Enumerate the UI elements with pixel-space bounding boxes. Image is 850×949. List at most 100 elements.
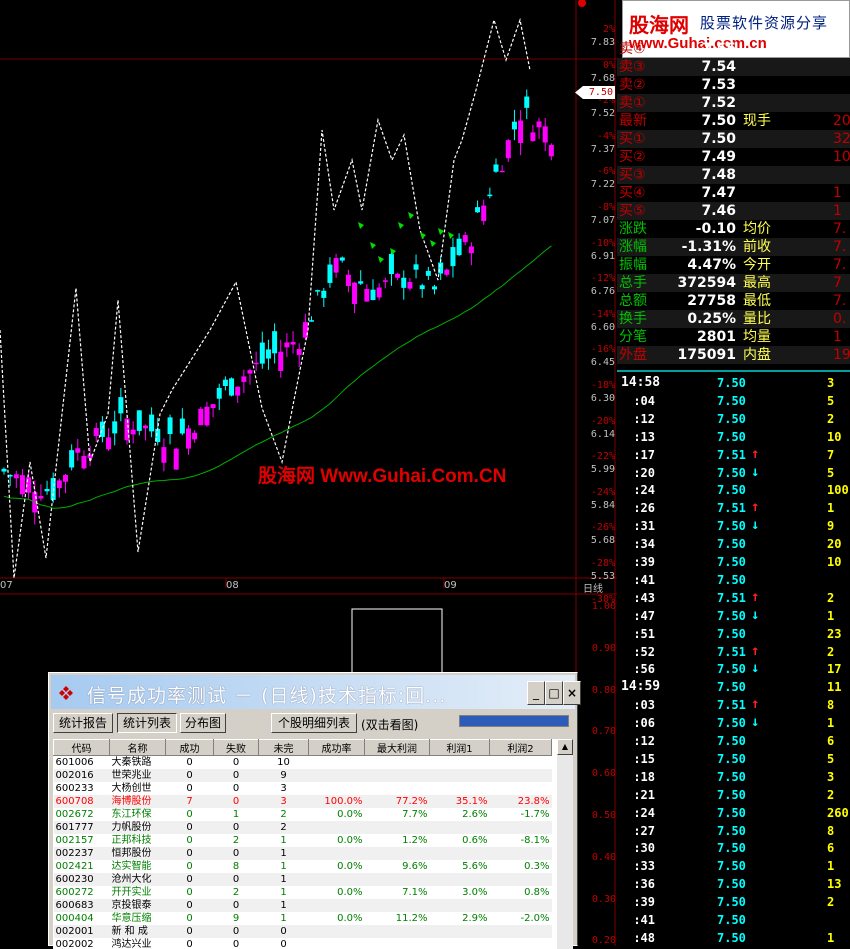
tick-row[interactable]: :52 7.51 ↑ 2 bbox=[617, 643, 850, 661]
tick-row[interactable]: :21 7.50 2 bbox=[617, 786, 850, 804]
table-cell: 2 bbox=[280, 809, 287, 820]
tick-row[interactable]: :43 7.51 ↑ 2 bbox=[617, 589, 850, 607]
column-header[interactable]: 未完 bbox=[258, 739, 309, 756]
column-header[interactable]: 代码 bbox=[53, 739, 110, 756]
table-cell bbox=[308, 899, 365, 912]
table-row[interactable]: 000404 华意压缩 0 9 1 0.0% 11.2% 2.9% -2.0% bbox=[54, 912, 552, 925]
column-header[interactable]: 利润1 bbox=[429, 739, 490, 756]
tick-time: 14:58 bbox=[621, 375, 661, 390]
tick-price: 7.50 bbox=[717, 376, 746, 390]
table-cell: 沧州大化 bbox=[109, 873, 166, 886]
table-row[interactable]: 002421 达实智能 0 8 1 0.0% 9.6% 5.6% 0.3% bbox=[54, 860, 552, 873]
tick-row[interactable]: :12 7.50 2 bbox=[617, 410, 850, 428]
tick-row[interactable]: :36 7.50 13 bbox=[617, 875, 850, 893]
table-row[interactable]: 601777 力帆股份 0 0 2 bbox=[53, 821, 552, 834]
tab-stat-list[interactable]: 统计列表 bbox=[117, 713, 177, 733]
logo-slogan: 股票软件资源分享 bbox=[700, 16, 829, 32]
column-header[interactable]: 利润2 bbox=[489, 739, 552, 756]
tick-row[interactable]: :13 7.50 10 bbox=[617, 428, 850, 446]
tick-time: :12 bbox=[633, 411, 655, 426]
tick-row[interactable]: :18 7.50 3 bbox=[617, 768, 850, 786]
tick-row[interactable]: :41 7.50 bbox=[617, 571, 850, 589]
table-cell: 0.0% bbox=[337, 913, 363, 924]
tick-time: :56 bbox=[633, 662, 655, 677]
table-row[interactable]: 600230 沧州大化 0 0 1 bbox=[53, 873, 552, 886]
tick-row[interactable]: :27 7.50 8 bbox=[617, 822, 850, 840]
arrow-up-icon: ↑ bbox=[751, 696, 760, 713]
scroll-up-icon[interactable]: ▲ bbox=[557, 739, 573, 755]
tick-row[interactable]: :34 7.50 20 bbox=[617, 535, 850, 553]
tab-distribution[interactable]: 分布图 bbox=[180, 713, 226, 733]
table-row[interactable]: 002016 世荣兆业 0 0 9 bbox=[53, 769, 552, 782]
result-table[interactable]: 代码 名称 成功 失败 未完 成功率 最大利润 利润1 利润2 601006 大秦铁路 0 0 10 00… bbox=[53, 739, 573, 949]
tick-row[interactable]: :26 7.51 ↑ 1 bbox=[617, 499, 850, 517]
tick-price: 7.50 bbox=[717, 680, 746, 695]
table-row[interactable]: 002001 新 和 成000 bbox=[53, 925, 552, 938]
table-row[interactable]: 601006 大秦铁路 0 0 10 bbox=[54, 756, 552, 770]
tick-row[interactable]: :03 7.51 ↑ 8 bbox=[617, 696, 850, 714]
tab-stat-report[interactable]: 统计报告 bbox=[53, 713, 113, 733]
table-row[interactable]: 600272 开开实业 0 2 1 0.0% 7.1% 3.0% 0.8% bbox=[54, 886, 552, 899]
column-header[interactable]: 成功 bbox=[165, 739, 214, 756]
close-button[interactable]: × bbox=[563, 681, 581, 705]
signal-test-dialog[interactable]: 信号成功率测试 － (日线)技术指标:回... _ □ × 统计报告 统计列表 … bbox=[48, 672, 581, 949]
tick-row[interactable]: :04 7.50 5 bbox=[617, 392, 850, 410]
table-row[interactable]: 002237 恒邦股份 0 0 1 bbox=[53, 847, 552, 860]
candle-body bbox=[518, 120, 524, 143]
tick-row[interactable]: :17 7.51 ↑ 7 bbox=[617, 446, 850, 464]
tick-row[interactable]: :12 7.50 6 bbox=[617, 732, 850, 750]
column-header[interactable]: 成功率 bbox=[308, 739, 365, 756]
table-row[interactable]: 002672 东江环保 0 1 2 0.0% 7.7% 2.6% -1.7% bbox=[54, 808, 552, 821]
diamond-logo-icon bbox=[59, 686, 73, 700]
table-row[interactable]: 002002 鸿达兴业 0 0 0 bbox=[54, 938, 552, 949]
detail-list-button[interactable]: 个股明细列表 bbox=[271, 713, 357, 733]
quote-label: 卖① bbox=[619, 95, 646, 111]
quote-value-2: 1975 bbox=[833, 347, 850, 363]
dialog-titlebar[interactable]: 信号成功率测试 － (日线)技术指标:回... _ □ × bbox=[51, 675, 581, 709]
tick-row[interactable]: :39 7.50 10 bbox=[617, 553, 850, 571]
tick-row[interactable]: :48 7.50 1 bbox=[617, 929, 850, 947]
quote-row: 买④ 7.47 1 bbox=[617, 184, 850, 202]
quote-row: 总额 27758 最低 7. bbox=[617, 292, 850, 310]
table-cell: 3 bbox=[280, 783, 287, 794]
table-row[interactable]: 600683 京投银泰 0 0 1 bbox=[53, 899, 552, 912]
tick-row[interactable]: :06 7.50 ↓ 1 bbox=[617, 714, 850, 732]
table-cell bbox=[308, 769, 365, 782]
table-row[interactable]: 600233 大杨创世 0 0 3 bbox=[54, 782, 552, 795]
candle-body bbox=[161, 447, 167, 463]
tick-row[interactable]: :24 7.50 260 bbox=[617, 804, 850, 822]
candle-body bbox=[401, 277, 407, 288]
table-cell bbox=[489, 769, 552, 782]
table-cell bbox=[489, 821, 552, 834]
tick-row[interactable]: 14:59 7.50 11 bbox=[617, 678, 850, 696]
table-cell: 2 bbox=[232, 835, 240, 846]
table-row[interactable]: 600708 海博股份 7 0 3 100.0% 77.2% 35.1% 23.8% bbox=[53, 795, 552, 808]
tick-row[interactable]: :39 7.50 2 bbox=[617, 893, 850, 911]
table-cell: -8.1% bbox=[520, 835, 550, 846]
column-header[interactable]: 最大利润 bbox=[364, 739, 430, 756]
tick-row[interactable]: :51 7.50 23 bbox=[617, 625, 850, 643]
column-header[interactable]: 失败 bbox=[213, 739, 259, 756]
table-cell bbox=[364, 821, 430, 834]
quote-label: 涨幅 bbox=[619, 239, 647, 255]
tick-row[interactable]: :24 7.50 100 bbox=[617, 481, 850, 499]
table-row[interactable]: 002157 正邦科技 0 2 1 0.0% 1.2% 0.6% -8.1% bbox=[54, 834, 552, 847]
minimize-button[interactable]: _ bbox=[527, 681, 545, 705]
tick-row[interactable]: :33 7.50 1 bbox=[617, 857, 850, 875]
tick-row[interactable]: :41 7.50 bbox=[617, 911, 850, 929]
tick-row[interactable]: :47 7.50 ↓ 1 bbox=[617, 607, 850, 625]
maximize-button[interactable]: □ bbox=[545, 681, 563, 705]
quote-value-2: 20 bbox=[833, 113, 850, 129]
tick-row[interactable]: :56 7.50 ↓ 17 bbox=[617, 660, 850, 678]
tick-row[interactable]: :20 7.50 ↓ 5 bbox=[617, 464, 850, 482]
tick-time: :33 bbox=[633, 859, 655, 874]
tick-row[interactable]: :15 7.50 5 bbox=[617, 750, 850, 768]
candle-body bbox=[235, 386, 241, 396]
column-header[interactable]: 名称 bbox=[109, 739, 166, 756]
candle-body bbox=[13, 474, 19, 479]
tick-row[interactable]: :30 7.50 6 bbox=[617, 839, 850, 857]
tick-row[interactable]: :31 7.50 ↓ 9 bbox=[617, 517, 850, 535]
table-scrollbar[interactable]: ▲ bbox=[557, 739, 573, 949]
quote-label: 换手 bbox=[619, 311, 647, 327]
tick-row[interactable]: 14:58 7.50 3 bbox=[617, 374, 850, 392]
